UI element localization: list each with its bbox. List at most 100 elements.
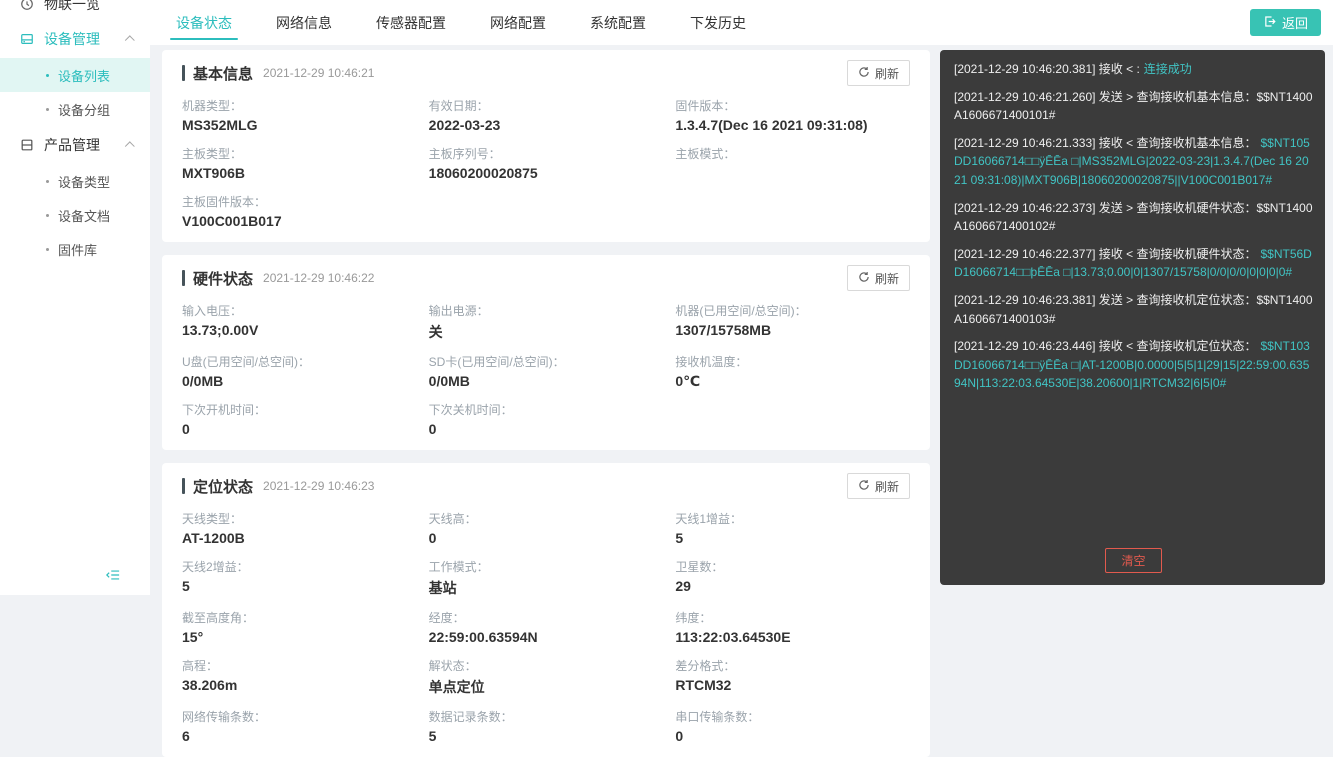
field-label: 输出电源： bbox=[428, 304, 489, 318]
log-prefix: [2021-12-29 10:46:23.381] 发送 > 查询接收机定位状态… bbox=[954, 292, 1313, 326]
tab-label: 网络配置 bbox=[490, 14, 546, 31]
field-label: 天线高： bbox=[428, 512, 477, 526]
field-value: 113:22:03.64530E bbox=[675, 629, 791, 645]
field: 工作模式： 基站 bbox=[429, 558, 664, 598]
sidebar-item-device-docs[interactable]: 设备文档 bbox=[0, 198, 150, 232]
refresh-icon bbox=[858, 66, 870, 81]
field-value: V100C001B017 bbox=[182, 213, 282, 229]
log-entry: [2021-12-29 10:46:23.381] 发送 > 查询接收机定位状态… bbox=[954, 291, 1313, 328]
field-label: 主板固件版本： bbox=[182, 195, 267, 209]
field: 主板固件版本： V100C001B017 bbox=[182, 193, 417, 230]
card-header: 硬件状态 2021-12-29 10:46:22 刷新 bbox=[182, 265, 910, 291]
field: 串口传输条数： 0 bbox=[675, 708, 910, 745]
tab-label: 设备状态 bbox=[176, 14, 232, 31]
tab-system-config[interactable]: 系统配置 bbox=[590, 0, 646, 45]
refresh-label: 刷新 bbox=[874, 479, 899, 494]
field-label: 天线1增益： bbox=[675, 512, 743, 526]
field: 经度： 22:59:00.63594N bbox=[429, 609, 664, 646]
card-title: 基本信息 bbox=[193, 65, 254, 83]
field: 纬度： 113:22:03.64530E bbox=[675, 609, 910, 646]
card-header: 基本信息 2021-12-29 10:46:21 刷新 bbox=[182, 60, 910, 86]
field-value bbox=[675, 165, 910, 182]
refresh-label: 刷新 bbox=[874, 66, 899, 81]
sidebar-group-device-management[interactable]: 设备管理 bbox=[0, 20, 150, 58]
log-payload: 连接成功 bbox=[1143, 62, 1192, 76]
overview-icon bbox=[20, 0, 34, 11]
field: 机器(已用空间/总空间)： 1307/15758MB bbox=[675, 302, 910, 342]
console-panel: [2021-12-29 10:46:20.381] 接收 < : 连接成功 [20… bbox=[940, 50, 1325, 585]
refresh-button[interactable]: 刷新 bbox=[846, 265, 910, 291]
field-label: 经度： bbox=[428, 611, 465, 625]
field-label: 下次开机时间： bbox=[182, 403, 267, 417]
sidebar-item-device-group[interactable]: 设备分组 bbox=[0, 92, 150, 126]
field-label: 下次关机时间： bbox=[428, 403, 513, 417]
log-entry: [2021-12-29 10:46:23.446] 接收 < 查询接收机定位状态… bbox=[954, 337, 1313, 393]
field: U盘(已用空间/总空间)： 0/0MB bbox=[182, 353, 417, 390]
sidebar-item-device-list[interactable]: 设备列表 bbox=[0, 58, 150, 92]
field: 天线类型： AT-1200B bbox=[182, 510, 417, 547]
field: 卫星数： 29 bbox=[675, 558, 910, 598]
field-label: 机器类型： bbox=[182, 99, 243, 113]
app-window: 物联一览 设备管理 设备列表 设备分组 产品管理 设备类型 设备文档 固件库 设… bbox=[0, 0, 1333, 757]
field-value: 5 bbox=[182, 578, 190, 594]
field: 解状态： 单点定位 bbox=[429, 657, 664, 697]
field-value: RTCM32 bbox=[675, 677, 732, 693]
sidebar-item-overview[interactable]: 物联一览 bbox=[0, 0, 150, 20]
field-value: 0 bbox=[428, 530, 437, 546]
field-value: 13.73;0.00V bbox=[182, 322, 259, 338]
device-management-icon bbox=[20, 32, 34, 46]
tab-device-status[interactable]: 设备状态 bbox=[170, 0, 238, 45]
tab-label: 系统配置 bbox=[590, 14, 646, 31]
field: 有效日期： 2022-03-23 bbox=[429, 97, 664, 134]
tab-sensor-config[interactable]: 传感器配置 bbox=[376, 0, 446, 45]
log-entry: [2021-12-29 10:46:21.333] 接收 < 查询接收机基本信息… bbox=[954, 134, 1313, 190]
card-header: 定位状态 2021-12-29 10:46:23 刷新 bbox=[182, 473, 910, 499]
sidebar-item-firmware-library[interactable]: 固件库 bbox=[0, 232, 150, 266]
collapse-sidebar-button[interactable] bbox=[106, 568, 120, 587]
field: 下次关机时间： 0 bbox=[429, 401, 664, 438]
tab-label: 网络信息 bbox=[276, 14, 332, 31]
field: 高程： 38.206m bbox=[182, 657, 417, 697]
field-value: 0 bbox=[675, 728, 684, 744]
field-label: 串口传输条数： bbox=[675, 710, 760, 724]
console-log[interactable]: [2021-12-29 10:46:20.381] 接收 < : 连接成功 [20… bbox=[954, 60, 1313, 542]
field: 主板类型： MXT906B bbox=[182, 145, 417, 182]
title-bar-accent bbox=[182, 478, 185, 494]
field-value: 29 bbox=[675, 578, 691, 594]
field-value: 0 bbox=[182, 421, 190, 437]
return-icon bbox=[1263, 15, 1276, 31]
log-entry: [2021-12-29 10:46:22.377] 接收 < 查询接收机硬件状态… bbox=[954, 245, 1313, 282]
field: 下次开机时间： 0 bbox=[182, 401, 417, 438]
back-button[interactable]: 返回 bbox=[1249, 9, 1321, 36]
field-label: 高程： bbox=[182, 659, 219, 673]
tab-label: 传感器配置 bbox=[376, 14, 446, 31]
clear-log-button[interactable]: 清空 bbox=[1105, 548, 1162, 573]
field-label: 有效日期： bbox=[428, 99, 489, 113]
field-label: 数据记录条数： bbox=[428, 710, 513, 724]
tab-bar: 设备状态 网络信息 传感器配置 网络配置 系统配置 下发历史 返回 bbox=[150, 0, 1333, 45]
tab-send-history[interactable]: 下发历史 bbox=[690, 0, 746, 45]
sidebar-group-product-management[interactable]: 产品管理 bbox=[0, 126, 150, 164]
field-label: 卫星数： bbox=[675, 560, 724, 574]
field-value: 2022-03-23 bbox=[428, 117, 501, 133]
field: 机器类型： MS352MLG bbox=[182, 97, 417, 134]
field-label: 主板模式： bbox=[675, 147, 736, 161]
sidebar-item-label: 设备分组 bbox=[58, 102, 111, 118]
field-label: 固件版本： bbox=[675, 99, 736, 113]
card-title: 定位状态 bbox=[193, 478, 254, 496]
tab-network-info[interactable]: 网络信息 bbox=[276, 0, 332, 45]
field-value: 1307/15758MB bbox=[675, 322, 772, 338]
sidebar-item-device-type[interactable]: 设备类型 bbox=[0, 164, 150, 198]
sidebar-item-label: 设备文档 bbox=[58, 208, 111, 224]
refresh-button[interactable]: 刷新 bbox=[846, 473, 910, 499]
field-label: 接收机温度： bbox=[675, 355, 748, 369]
field-value: 22:59:00.63594N bbox=[428, 629, 538, 645]
field-value: 0℃ bbox=[675, 373, 701, 389]
field-grid: 机器类型： MS352MLG 有效日期： 2022-03-23 固件版本： 1.3.4… bbox=[182, 97, 910, 241]
field-value: MS352MLG bbox=[182, 117, 258, 133]
refresh-button[interactable]: 刷新 bbox=[846, 60, 910, 86]
card-timestamp: 2021-12-29 10:46:23 bbox=[263, 479, 375, 493]
sidebar-group-label: 产品管理 bbox=[44, 137, 100, 153]
field: 输入电压： 13.73;0.00V bbox=[182, 302, 417, 342]
tab-network-config[interactable]: 网络配置 bbox=[490, 0, 546, 45]
